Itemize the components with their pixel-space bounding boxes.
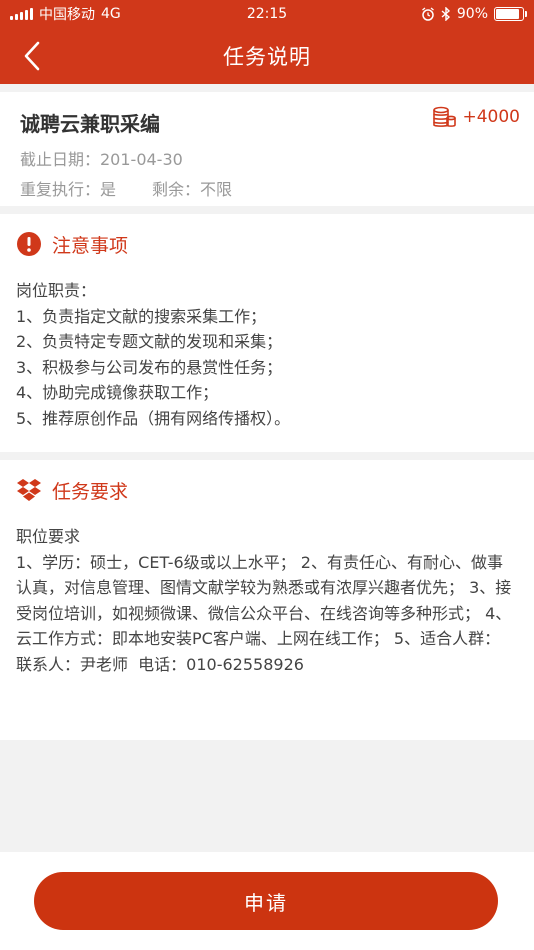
alarm-icon: [421, 7, 434, 21]
status-right: 90%: [421, 6, 527, 22]
battery-percent: 90%: [456, 6, 488, 22]
notice-section: 注意事项 岗位职责： 1、负责指定文献的搜索采集工作； 2、负责特定专题文献的发…: [0, 214, 534, 452]
exclamation-circle-icon: [17, 232, 41, 256]
chevron-left-icon: [24, 41, 40, 71]
apply-button[interactable]: 申请: [34, 872, 498, 930]
battery-fill: [496, 9, 520, 19]
dropbox-icon: [17, 479, 41, 501]
coins-icon: [433, 106, 457, 127]
status-left: 中国移动 4G: [10, 4, 121, 24]
task-title: 诚聘云兼职采编: [20, 112, 160, 136]
bluetooth-icon: [441, 7, 450, 21]
requirements-body: 职位要求 1、学历：硕士，CET-6级或以上水平； 2、有责任心、有耐心、做事认…: [16, 527, 512, 674]
page-title: 任务说明: [223, 45, 311, 69]
network-label: 4G: [101, 6, 121, 22]
reward: +4000: [432, 106, 520, 128]
remaining-status: 剩余：不限: [152, 180, 233, 199]
battery-icon: [494, 7, 527, 21]
notice-header: 注意事项: [16, 214, 518, 274]
footer: 申请: [0, 852, 534, 950]
requirements-header: 任务要求: [16, 460, 518, 520]
back-button[interactable]: [12, 36, 52, 76]
carrier-label: 中国移动: [39, 7, 95, 23]
notice-body: 岗位职责： 1、负责指定文献的搜索采集工作； 2、负责特定专题文献的发现和采集；…: [16, 281, 291, 428]
signal-icon: [10, 8, 33, 20]
task-info-card: 诚聘云兼职采编 +4000 截止日期：201-04-30 重复执行：是 剩余：不…: [0, 92, 534, 206]
deadline: 截止日期：201-04-30: [20, 150, 183, 169]
nav-bar: 任务说明: [0, 28, 534, 84]
repeat-row: 重复执行：是 剩余：不限: [20, 176, 232, 200]
reward-amount: +4000: [462, 107, 520, 127]
repeat-status: 重复执行：是: [20, 180, 117, 199]
requirements-section: 任务要求 职位要求 1、学历：硕士，CET-6级或以上水平； 2、有责任心、有耐…: [0, 460, 534, 740]
header: 中国移动 4G 22:15 90% 任务说明: [0, 0, 534, 84]
notice-title: 注意事项: [52, 234, 129, 257]
requirements-title: 任务要求: [52, 480, 129, 503]
status-bar: 中国移动 4G 22:15 90%: [0, 0, 534, 28]
